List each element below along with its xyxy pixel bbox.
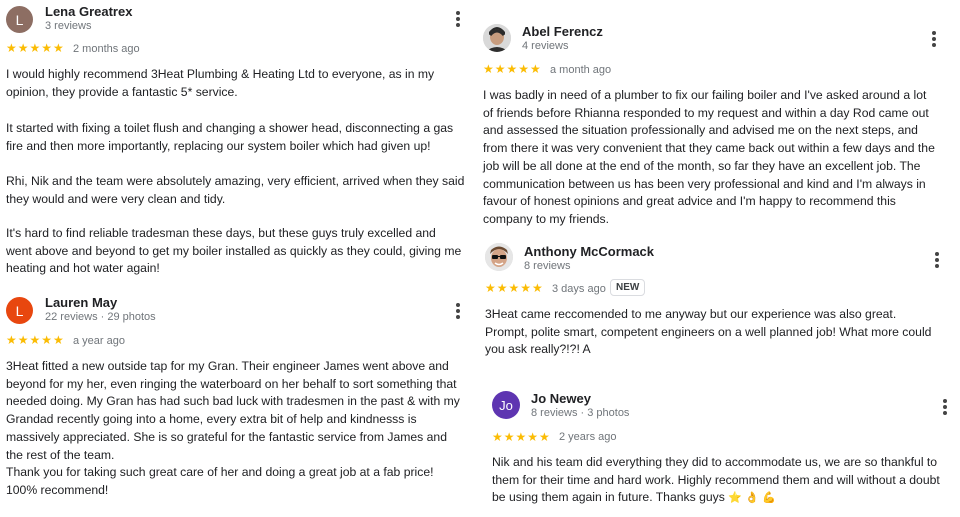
more-options-icon[interactable] — [942, 399, 948, 415]
review-date: 2 months ago — [73, 43, 140, 55]
flexed-biceps-emoji-icon: 💪 — [762, 492, 777, 505]
reviewer-meta: 8 reviews · 3 photos — [531, 407, 630, 419]
avatar[interactable] — [485, 243, 513, 271]
star-rating: ★★★★★ — [6, 333, 65, 347]
review-card-abel-ferencz: Abel Ferencz 4 reviews ★★★★★ a month ago… — [483, 24, 953, 229]
review-card-jo-newey: Jo Jo Newey 8 reviews · 3 photos ★★★★★ 2… — [492, 391, 958, 511]
user-photo-icon — [483, 24, 511, 52]
review-card-lena-greatrex: L Lena Greatrex 3 reviews ★★★★★ 2 months… — [6, 4, 468, 286]
avatar[interactable]: L — [6, 6, 33, 33]
more-options-icon[interactable] — [934, 252, 940, 268]
ok-hand-emoji-icon: 👌 — [745, 492, 760, 505]
review-date: a year ago — [73, 335, 125, 347]
reviewer-name[interactable]: Lena Greatrex — [45, 4, 132, 19]
review-paragraph: It's hard to find reliable tradesman the… — [6, 226, 462, 276]
reviewer-name[interactable]: Anthony McCormack — [524, 244, 654, 259]
avatar[interactable]: Jo — [492, 391, 520, 419]
star-rating: ★★★★★ — [492, 430, 551, 444]
star-rating: ★★★★★ — [6, 41, 65, 55]
avatar[interactable] — [483, 24, 511, 52]
review-paragraph: It started with fixing a toilet flush an… — [6, 121, 454, 153]
review-card-anthony-mccormack: Anthony McCormack 8 reviews ★★★★★ 3 days… — [485, 243, 955, 363]
avatar[interactable]: L — [6, 297, 33, 324]
review-paragraph: 3Heat fitted a new outside tap for my Gr… — [6, 359, 460, 497]
reviewer-name[interactable]: Lauren May — [45, 295, 117, 310]
new-badge: NEW — [610, 279, 646, 296]
review-date: 2 years ago — [559, 431, 617, 443]
review-paragraph: I would highly recommend 3Heat Plumbing … — [6, 67, 435, 99]
user-photo-icon — [485, 243, 513, 271]
reviewer-meta: 8 reviews — [524, 260, 571, 272]
more-options-icon[interactable] — [455, 11, 461, 27]
review-text: Nik and his team did everything they did… — [492, 455, 940, 505]
reviewer-name[interactable]: Jo Newey — [531, 391, 591, 406]
review-paragraph: Rhi, Nik and the team were absolutely am… — [6, 174, 465, 206]
review-date: 3 days ago — [552, 283, 606, 295]
reviewer-name[interactable]: Abel Ferencz — [522, 24, 603, 39]
star-rating: ★★★★★ — [483, 62, 542, 76]
review-paragraph: 3Heat came reccomended to me anyway but … — [485, 307, 932, 357]
more-options-icon[interactable] — [931, 31, 937, 47]
review-paragraph: Nik and his team did everything they did… — [492, 454, 940, 508]
star-emoji-icon: ⭐ — [728, 492, 742, 505]
reviewer-meta: 22 reviews · 29 photos — [45, 311, 156, 323]
reviewer-meta: 3 reviews — [45, 20, 92, 32]
more-options-icon[interactable] — [455, 303, 461, 319]
review-card-lauren-may: L Lauren May 22 reviews · 29 photos ★★★★… — [6, 295, 468, 507]
reviewer-meta: 4 reviews — [522, 40, 569, 52]
review-paragraph: I was badly in need of a plumber to fix … — [483, 88, 935, 226]
review-date: a month ago — [550, 64, 612, 76]
star-rating: ★★★★★ — [485, 281, 544, 295]
